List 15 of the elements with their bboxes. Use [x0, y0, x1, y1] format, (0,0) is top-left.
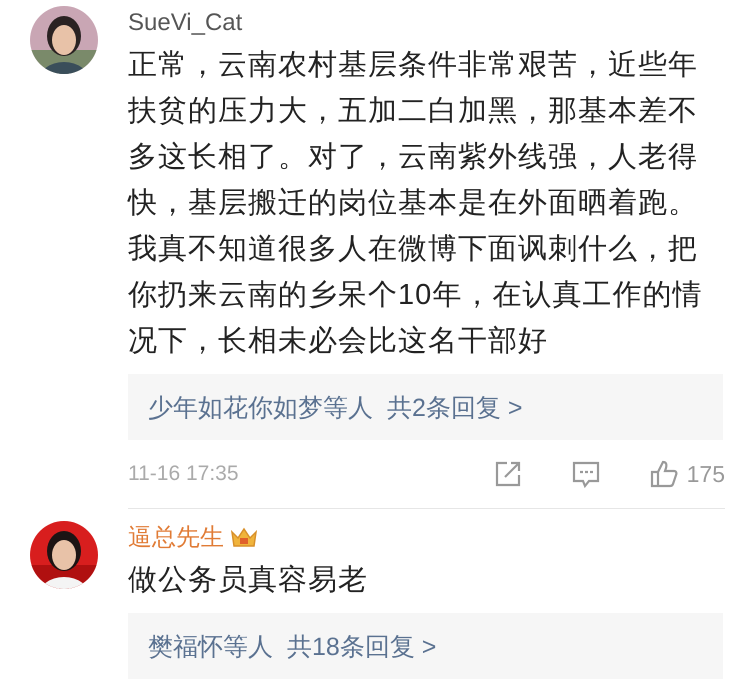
crown-icon [230, 526, 258, 550]
username[interactable]: SueVi_Cat [128, 6, 242, 40]
replies-box[interactable]: 少年如花你如梦等人 共2条回复 > [128, 374, 723, 440]
thumbs-up-icon [648, 459, 679, 489]
reply-users: 樊福怀等人 [148, 632, 273, 662]
comment-text: 正常，云南农村基层条件非常艰苦，近些年扶贫的压力大，五加二白加黑，那基本差不多这长相了。对了，云南紫外线强，人老得快，基层搬迁的岗位基本是在外面晒着跑。我真不知道很多人在微博下面讽刺什么，把你扔来云南的乡呆个10年，在认真工作的情况下，长相未必会比这名干部好 [128, 48, 704, 359]
comment-text: 做公务员真容易老 [128, 563, 369, 598]
like-button[interactable]: 175 [648, 459, 725, 489]
reply-count: 共2条回复 > [387, 392, 522, 424]
comment-button[interactable] [570, 459, 601, 489]
comment-time: 11-16 17:35 [128, 462, 240, 486]
replies-box[interactable]: 樊福怀等人 共18条回复 > [128, 613, 723, 679]
reply-count: 共18条回复 > [287, 632, 436, 662]
username[interactable]: 逼总先生 [128, 521, 224, 555]
reply-users: 少年如花你如梦等人 [148, 392, 373, 424]
